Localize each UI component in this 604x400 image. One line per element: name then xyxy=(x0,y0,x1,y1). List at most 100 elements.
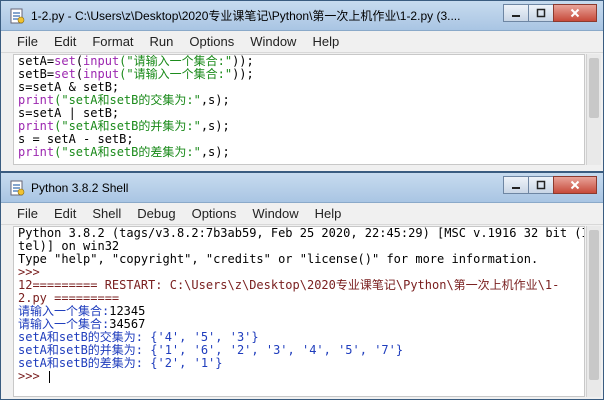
shell-window: Python 3.8.2 Shell File Edit Shell Debug Opt… xyxy=(0,172,604,400)
code-line: >>> xyxy=(14,266,584,279)
code-token: setA和setB的差集为: {'2', '1'} xyxy=(18,357,223,370)
editor-menu-format[interactable]: Format xyxy=(84,31,141,53)
code-token: ,s); xyxy=(200,94,230,107)
code-line: s=setA | setB; xyxy=(14,107,584,120)
editor-titlebar[interactable]: 1-2.py - C:\Users\z\Desktop\2020专业课笔记\Py… xyxy=(1,1,603,31)
code-line: setA和setB的并集为: {'1', '6', '2', '3', '4',… xyxy=(14,344,584,357)
code-token: setA和setB的交集为: {'4', '5', '3'} xyxy=(18,331,259,344)
code-token: setA= xyxy=(18,55,55,68)
editor-window-controls xyxy=(503,4,597,22)
code-line: setA=set(input("请输入一个集合:")); xyxy=(14,55,584,68)
minimize-icon xyxy=(512,187,520,189)
code-token: s=setA & setB; xyxy=(18,81,120,94)
shell-menu-file[interactable]: File xyxy=(9,203,46,225)
editor-menu-options[interactable]: Options xyxy=(181,31,242,53)
editor-minimize-button[interactable] xyxy=(503,4,529,22)
close-icon xyxy=(570,8,580,18)
code-token: ("setA和setB的交集为:" xyxy=(54,94,201,107)
code-token: 12345 xyxy=(109,305,146,318)
code-line: setA和setB的交集为: {'4', '5', '3'} xyxy=(14,331,584,344)
code-token: ,s); xyxy=(200,146,230,159)
editor-menu-run[interactable]: Run xyxy=(142,31,182,53)
shell-window-controls xyxy=(503,176,597,194)
code-token: ( xyxy=(75,68,84,81)
shell-menu-debug[interactable]: Debug xyxy=(129,203,183,225)
code-token: s=setA | setB; xyxy=(18,107,120,120)
code-line: setB=set(input("请输入一个集合:")); xyxy=(14,68,584,81)
shell-menu-window[interactable]: Window xyxy=(244,203,306,225)
shell-menubar: File Edit Shell Debug Options Window Help xyxy=(1,203,603,225)
shell-title: Python 3.8.2 Shell xyxy=(31,180,129,195)
code-line: s=setA & setB; xyxy=(14,81,584,94)
shell-console[interactable]: Python 3.8.2 (tags/v3.8.2:7b3ab59, Feb 2… xyxy=(13,226,585,397)
code-editor[interactable]: setA=set(input("请输入一个集合:")); setB=set(inp… xyxy=(13,54,585,165)
editor-menu-help[interactable]: Help xyxy=(304,31,347,53)
editor-menu-window[interactable]: Window xyxy=(242,31,304,53)
shell-menu-shell[interactable]: Shell xyxy=(84,203,129,225)
code-token: 2.py ========= xyxy=(18,292,120,305)
code-token: setA和setB的并集为: {'1', '6', '2', '3', '4',… xyxy=(18,344,404,357)
shell-menu-help[interactable]: Help xyxy=(307,203,350,225)
text-cursor xyxy=(48,370,50,383)
shell-scrollbar-thumb[interactable] xyxy=(589,230,599,380)
code-token: )); xyxy=(232,68,254,81)
code-line: >>> xyxy=(14,370,584,383)
code-token: ("setA和setB的并集为:" xyxy=(54,120,201,133)
shell-maximize-button[interactable] xyxy=(528,176,554,194)
code-token: 34567 xyxy=(109,318,146,331)
editor-menu-file[interactable]: File xyxy=(9,31,46,53)
editor-window: 1-2.py - C:\Users\z\Desktop\2020专业课笔记\Py… xyxy=(0,0,604,172)
shell-scrollbar[interactable] xyxy=(586,226,601,397)
code-token: ("setA和setB的差集为:" xyxy=(54,146,201,159)
editor-close-button[interactable] xyxy=(553,4,597,22)
code-token: 请输入一个集合: xyxy=(18,305,110,318)
code-line: 请输入一个集合:34567 xyxy=(14,318,584,331)
code-line: print("setA和setB的差集为:",s); xyxy=(14,146,584,159)
code-line: tel)] on win32 xyxy=(14,240,584,253)
code-token: setB= xyxy=(18,68,55,81)
code-token: Type "help", "copyright", "credits" or "… xyxy=(18,253,539,266)
code-token: 12========= RESTART: C:\Users\z\Desktop\… xyxy=(18,279,560,292)
code-line: 2.py ========= xyxy=(14,292,584,305)
code-line: s = setA - setB; xyxy=(14,133,584,146)
code-line: setA和setB的差集为: {'2', '1'} xyxy=(14,357,584,370)
code-line: 12========= RESTART: C:\Users\z\Desktop\… xyxy=(14,279,584,292)
code-line: print("setA和setB的交集为:",s); xyxy=(14,94,584,107)
shell-menu-options[interactable]: Options xyxy=(184,203,245,225)
python-idle-icon xyxy=(10,180,25,195)
code-token: ("请输入一个集合:" xyxy=(119,68,233,81)
maximize-icon xyxy=(536,180,546,190)
code-token: Python 3.8.2 (tags/v3.8.2:7b3ab59, Feb 2… xyxy=(18,227,584,240)
code-token: input xyxy=(83,68,120,81)
editor-scrollbar-thumb[interactable] xyxy=(589,58,599,118)
code-token: input xyxy=(83,55,120,68)
close-icon xyxy=(570,180,580,190)
shell-menu-edit[interactable]: Edit xyxy=(46,203,84,225)
code-token: >>> xyxy=(18,370,47,383)
code-token: print xyxy=(18,94,55,107)
minimize-icon xyxy=(512,15,520,17)
code-token: >>> xyxy=(18,266,47,279)
editor-menubar: File Edit Format Run Options Window Help xyxy=(1,31,603,53)
editor-scrollbar[interactable] xyxy=(586,54,601,165)
shell-minimize-button[interactable] xyxy=(503,176,529,194)
code-token: set xyxy=(54,55,76,68)
maximize-icon xyxy=(536,8,546,18)
code-token: set xyxy=(54,68,76,81)
code-token: )); xyxy=(232,55,254,68)
editor-maximize-button[interactable] xyxy=(528,4,554,22)
python-idle-icon xyxy=(10,8,25,23)
shell-titlebar[interactable]: Python 3.8.2 Shell xyxy=(1,173,603,203)
code-line: Python 3.8.2 (tags/v3.8.2:7b3ab59, Feb 2… xyxy=(14,227,584,240)
code-token: ,s); xyxy=(200,120,230,133)
code-token: s = setA - setB; xyxy=(18,133,134,146)
editor-title: 1-2.py - C:\Users\z\Desktop\2020专业课笔记\Py… xyxy=(31,9,461,23)
code-line: print("setA和setB的并集为:",s); xyxy=(14,120,584,133)
shell-close-button[interactable] xyxy=(553,176,597,194)
code-line: 请输入一个集合:12345 xyxy=(14,305,584,318)
code-token: 请输入一个集合: xyxy=(18,318,110,331)
code-line: Type "help", "copyright", "credits" or "… xyxy=(14,253,584,266)
editor-menu-edit[interactable]: Edit xyxy=(46,31,84,53)
code-token: print xyxy=(18,146,55,159)
code-token: tel)] on win32 xyxy=(18,240,120,253)
